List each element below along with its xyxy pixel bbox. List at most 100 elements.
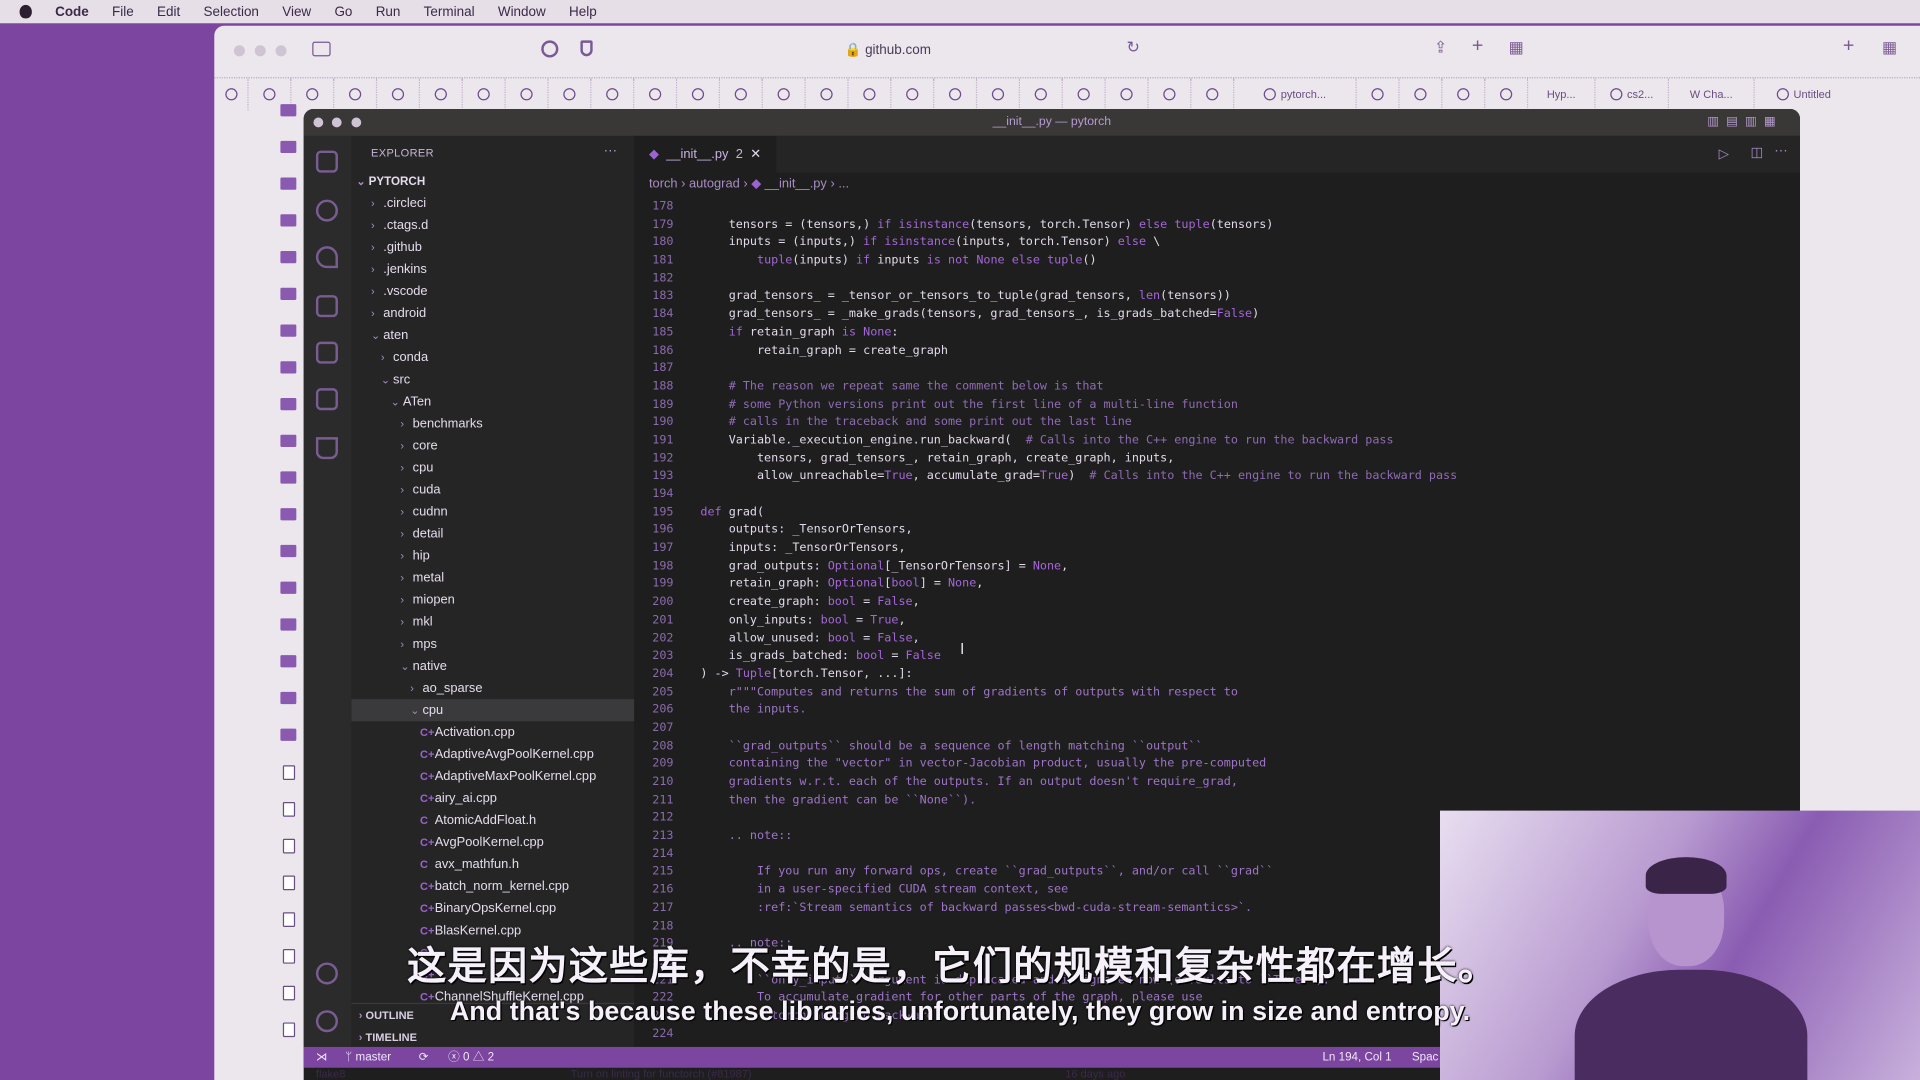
close-tab-icon[interactable]: ✕ <box>750 136 761 173</box>
close-window-button[interactable] <box>313 117 324 128</box>
run-debug-icon[interactable] <box>315 295 338 318</box>
menu-help[interactable]: Help <box>569 4 597 19</box>
tree-file[interactable]: C+BinaryOpsKernel.cpp <box>351 898 634 920</box>
pinned-tab[interactable] <box>214 77 249 110</box>
file-icon[interactable] <box>282 912 296 927</box>
pinned-tab[interactable] <box>334 77 378 110</box>
code-line[interactable]: 198 grad_outputs: Optional[_TensorOrTens… <box>634 558 1663 576</box>
code-line[interactable]: 185 if retain_graph is None: <box>634 324 1663 342</box>
new-tab-icon[interactable]: + <box>1472 36 1483 58</box>
layout-controls-icon[interactable]: ▥▤▥▦ <box>1707 109 1783 136</box>
extensions-icon[interactable] <box>315 388 338 411</box>
split-editor-icon[interactable]: ◫ <box>1751 144 1764 161</box>
code-line[interactable]: 200 create_graph: bool = False, <box>634 594 1663 612</box>
tree-folder[interactable]: › .github <box>351 236 634 258</box>
tree-file[interactable]: C AtomicAddFloat.h <box>351 809 634 831</box>
pinned-tab[interactable] <box>1357 77 1400 110</box>
file-icon[interactable] <box>282 875 296 891</box>
breadcrumb-file[interactable]: __init__.py <box>765 176 827 191</box>
code-line[interactable]: 193 allow_unreachable=True, accumulate_g… <box>634 468 1663 486</box>
code-line[interactable]: 179 tensors = (tensors,) if isinstance(t… <box>634 216 1663 234</box>
pinned-tab[interactable] <box>1485 77 1529 110</box>
remote-explorer-icon[interactable] <box>315 341 338 364</box>
pinned-tab[interactable] <box>1191 77 1235 110</box>
pinned-tab[interactable] <box>1149 77 1192 110</box>
problems-indicator[interactable]: ⓧ 0 △ 2 <box>448 1047 494 1068</box>
tree-folder[interactable]: › ao_sparse <box>351 677 634 699</box>
commit-message[interactable]: Turn on linting for functorch (#81987) <box>571 1068 752 1080</box>
share-icon[interactable]: ⇪ <box>1434 38 1447 58</box>
pinned-tab[interactable] <box>1020 77 1063 110</box>
testing-icon[interactable] <box>315 437 338 460</box>
timeline-panel[interactable]: › TIMELINE <box>351 1026 634 1048</box>
code-line[interactable]: 186 retain_graph = create_graph <box>634 342 1663 360</box>
tab-overview-icon-2[interactable]: ▦ <box>1882 38 1897 58</box>
code-line[interactable]: 202 allow_unused: bool = False, <box>634 630 1663 648</box>
code-line[interactable]: 201 only_inputs: bool = True, <box>634 612 1663 630</box>
code-line[interactable]: 178 <box>634 198 1663 216</box>
code-line[interactable]: 195 def grad( <box>634 504 1663 522</box>
tree-folder[interactable]: › benchmarks <box>351 413 634 435</box>
code-line[interactable]: 183 grad_tensors_ = _tensor_or_tensors_t… <box>634 288 1663 306</box>
tree-folder[interactable]: › .jenkins <box>351 258 634 280</box>
folder-icon[interactable] <box>280 287 297 301</box>
breadcrumb-torch[interactable]: torch <box>649 176 678 191</box>
pinned-tab[interactable] <box>591 77 635 110</box>
tree-folder[interactable]: ⌄ src <box>351 369 634 391</box>
code-line[interactable]: 209 containing the "vector" in vector-Ja… <box>634 756 1663 774</box>
folder-icon[interactable] <box>280 508 297 521</box>
tree-folder[interactable]: › detail <box>351 523 634 545</box>
code-line[interactable]: 189 # some Python versions print out the… <box>634 396 1663 414</box>
sync-icon[interactable]: ⟳ <box>419 1047 429 1068</box>
pinned-tab[interactable] <box>934 77 978 110</box>
folder-icon[interactable] <box>280 434 297 447</box>
close-window-button[interactable] <box>233 45 245 57</box>
new-tab-icon-2[interactable]: + <box>1843 36 1854 58</box>
run-file-icon[interactable]: ▷ <box>1719 146 1729 162</box>
tree-folder[interactable]: › .ctags.d <box>351 214 634 236</box>
tree-folder[interactable]: › mkl <box>351 611 634 633</box>
tree-file[interactable]: C+batch_norm_kernel.cpp <box>351 876 634 898</box>
tree-folder[interactable]: › cpu <box>351 457 634 479</box>
indentation-indicator[interactable]: Spac <box>1412 1047 1439 1068</box>
pinned-tab[interactable] <box>891 77 935 110</box>
code-line[interactable]: 205 r"""Computes and returns the sum of … <box>634 684 1663 702</box>
code-line[interactable]: 197 inputs: _TensorOrTensors, <box>634 540 1663 558</box>
tree-file[interactable]: C+AdaptiveMaxPoolKernel.cpp <box>351 765 634 787</box>
file-icon[interactable] <box>282 765 296 781</box>
explorer-icon[interactable] <box>315 150 338 173</box>
sidebar-toggle-icon[interactable] <box>312 41 331 57</box>
folder-icon[interactable] <box>280 397 297 411</box>
menu-selection[interactable]: Selection <box>204 4 259 19</box>
menu-window[interactable]: Window <box>498 4 546 19</box>
pinned-tab[interactable] <box>549 77 592 110</box>
folder-icon[interactable] <box>280 691 297 705</box>
code-line[interactable]: 208 ``grad_outputs`` should be a sequenc… <box>634 738 1663 756</box>
code-line[interactable]: 203 is_grads_batched: bool = False <box>634 648 1663 666</box>
zoom-window-button[interactable] <box>351 117 362 128</box>
tab-pytorch[interactable]: pytorch... <box>1234 77 1357 110</box>
pinned-tab[interactable] <box>849 77 892 110</box>
cursor-position[interactable]: Ln 194, Col 1 <box>1322 1047 1391 1068</box>
menu-run[interactable]: Run <box>376 4 401 19</box>
tab-untitled[interactable]: Untitled <box>1755 78 1853 110</box>
tree-folder[interactable]: ⌄ native <box>351 655 634 677</box>
code-line[interactable]: 194 <box>634 486 1663 504</box>
code-line[interactable]: 199 retain_graph: Optional[bool] = None, <box>634 576 1663 594</box>
pinned-tab[interactable] <box>463 77 506 110</box>
pinned-tab[interactable] <box>806 77 849 110</box>
menu-terminal[interactable]: Terminal <box>424 4 475 19</box>
folder-icon[interactable] <box>280 140 297 154</box>
tree-file[interactable]: C+airy_ai.cpp <box>351 787 634 809</box>
minimize-window-button[interactable] <box>254 45 266 57</box>
pinned-tab[interactable] <box>1106 77 1149 110</box>
menu-view[interactable]: View <box>282 4 311 19</box>
menu-edit[interactable]: Edit <box>157 4 180 19</box>
tree-folder[interactable]: › cudnn <box>351 501 634 523</box>
pinned-tab[interactable] <box>977 77 1021 110</box>
folder-icon[interactable] <box>280 251 297 264</box>
code-line[interactable]: 207 <box>634 720 1663 738</box>
folder-icon[interactable] <box>280 214 297 227</box>
folder-icon[interactable] <box>280 177 297 190</box>
folder-icon[interactable] <box>280 324 297 337</box>
